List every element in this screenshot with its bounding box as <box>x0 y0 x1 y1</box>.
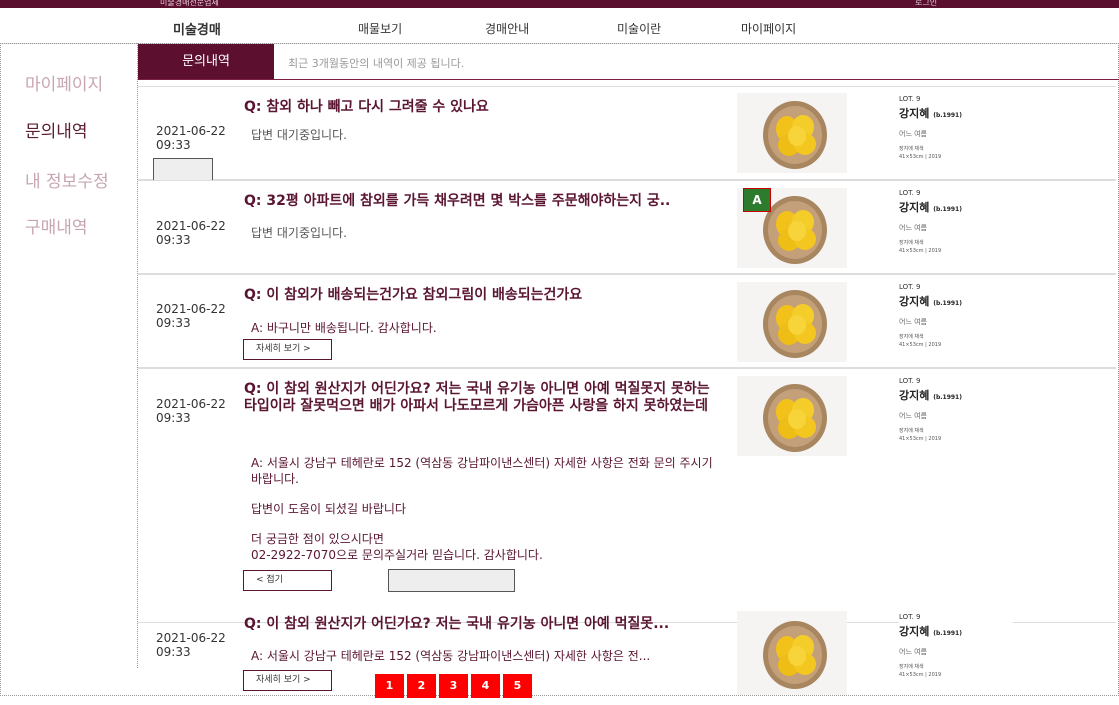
sidebar-item-edit-profile[interactable]: 내 정보수정 <box>25 167 109 192</box>
inquiry-question[interactable]: Q: 이 참외 원산지가 어딘가요? 저는 국내 유기농 아니면 아예 먹질못지… <box>244 381 722 415</box>
inquiry-row: 2021-06-22 09:33 Q: 32평 아파트에 참외를 가득 채우려면 … <box>138 180 1116 274</box>
inquiry-date: 2021-06-22 09:33 <box>156 124 226 152</box>
placeholder-box <box>388 569 515 592</box>
inquiry-row: 2021-06-22 09:33 Q: 이 참외가 배송되는건가요 참외그림이 배… <box>138 274 1116 368</box>
artwork-thumbnail[interactable] <box>737 282 847 362</box>
top-bar-left-text: 미술경매전문업체 <box>160 0 219 7</box>
inquiry-question[interactable]: Q: 이 참외 원산지가 어딘가요? 저는 국내 유기농 아니면 아예 먹질못.… <box>244 616 722 633</box>
melon-basket-image <box>763 101 827 169</box>
inquiry-row: 2021-06-22 09:33 Q: 이 참외 원산지가 어딘가요? 저는 국내… <box>138 611 1116 696</box>
artwork-thumbnail[interactable] <box>737 93 847 173</box>
inquiry-answer: A: 서울시 강남구 테헤란로 152 (역삼동 강남파이낸스센터) 자세한 사… <box>251 649 651 663</box>
inquiry-date: 2021-06-22 09:33 <box>156 631 226 659</box>
artwork-info: LOT. 9 강지혜 (b.1991) 어느 여름 장지에 채색 41×53cm … <box>899 189 962 254</box>
page-5-button[interactable]: 5 <box>503 674 532 698</box>
page-1-button[interactable]: 1 <box>375 674 404 698</box>
nav-about-art[interactable]: 미술이란 <box>617 20 661 37</box>
artwork-info: LOT. 9 강지혜 (b.1991) 어느 여름 장지에 채색 41×53cm … <box>899 613 1013 685</box>
artwork-thumbnail[interactable] <box>737 376 847 456</box>
inquiry-answer: 답변 대기중입니다. <box>251 226 347 240</box>
view-detail-button[interactable]: 자세히 보기 > <box>243 339 332 360</box>
inquiry-question[interactable]: Q: 참외 하나 빼고 다시 그려줄 수 있나요 <box>244 99 722 116</box>
inquiry-row-expanded: 2021-06-22 09:33 Q: 이 참외 원산지가 어딘가요? 저는 국내… <box>138 368 1116 622</box>
nav-listings[interactable]: 매물보기 <box>358 20 402 37</box>
inquiry-question[interactable]: Q: 이 참외가 배송되는건가요 참외그림이 배송되는건가요 <box>244 287 722 304</box>
page-2-button[interactable]: 2 <box>407 674 436 698</box>
melon-basket-image <box>763 621 827 689</box>
inquiry-row: 2021-06-22 09:33 Q: 참외 하나 빼고 다시 그려줄 수 있나요… <box>138 86 1116 181</box>
top-bar-login[interactable]: 로그인 <box>915 0 937 8</box>
page-4-button[interactable]: 4 <box>471 674 500 698</box>
placeholder-box <box>153 158 213 181</box>
sidebar-item-inquiries[interactable]: 문의내역 <box>25 117 88 142</box>
inquiry-date: 2021-06-22 09:33 <box>156 397 226 425</box>
nav-auction-guide[interactable]: 경매안내 <box>485 20 529 37</box>
inquiry-date: 2021-06-22 09:33 <box>156 219 226 247</box>
inquiry-question[interactable]: Q: 32평 아파트에 참외를 가득 채우려면 몇 박스를 주문해야하는지 궁.… <box>244 193 722 210</box>
sidebar: 마이페이지 문의내역 내 정보수정 구매내역 <box>0 43 138 668</box>
melon-basket-image <box>763 384 827 452</box>
inquiry-date: 2021-06-22 09:33 <box>156 302 226 330</box>
nav-art-auction[interactable]: 미술경매 <box>173 19 221 38</box>
inquiry-answer: A: 바구니만 배송됩니다. 감사합니다. <box>251 321 437 335</box>
top-bar: 미술경매전문업체 로그인 <box>0 0 1119 8</box>
artwork-info: LOT. 9 강지혜 (b.1991) 어느 여름 장지에 채색 41×53cm … <box>899 95 962 160</box>
sidebar-item-mypage[interactable]: 마이페이지 <box>25 70 103 95</box>
page-3-button[interactable]: 3 <box>439 674 468 698</box>
tab-note: 최근 3개월동안의 내역이 제공 됩니다. <box>288 57 465 70</box>
sidebar-item-purchases[interactable]: 구매내역 <box>25 213 88 238</box>
view-detail-button[interactable]: 자세히 보기 > <box>243 670 332 691</box>
answer-badge: A <box>743 188 771 212</box>
melon-basket-image <box>763 290 827 358</box>
tab-bar: 문의내역 최근 3개월동안의 내역이 제공 됩니다. <box>138 44 1119 80</box>
inquiry-answer: 답변 대기중입니다. <box>251 128 347 142</box>
artwork-info: LOT. 9 강지혜 (b.1991) 어느 여름 장지에 채색 41×53cm … <box>899 283 962 348</box>
tab-inquiries[interactable]: 문의내역 <box>138 44 274 79</box>
nav-mypage[interactable]: 마이페이지 <box>741 20 796 37</box>
collapse-button[interactable]: < 접기 <box>243 570 332 591</box>
artwork-info: LOT. 9 강지혜 (b.1991) 어느 여름 장지에 채색 41×53cm … <box>899 377 962 442</box>
artwork-thumbnail[interactable] <box>737 611 847 695</box>
global-nav: 미술경매 매물보기 경매안내 미술이란 마이페이지 <box>0 8 1119 44</box>
inquiry-answer: A: 서울시 강남구 테헤란로 152 (역삼동 강남파이낸스센터) 자세한 사… <box>251 456 713 562</box>
